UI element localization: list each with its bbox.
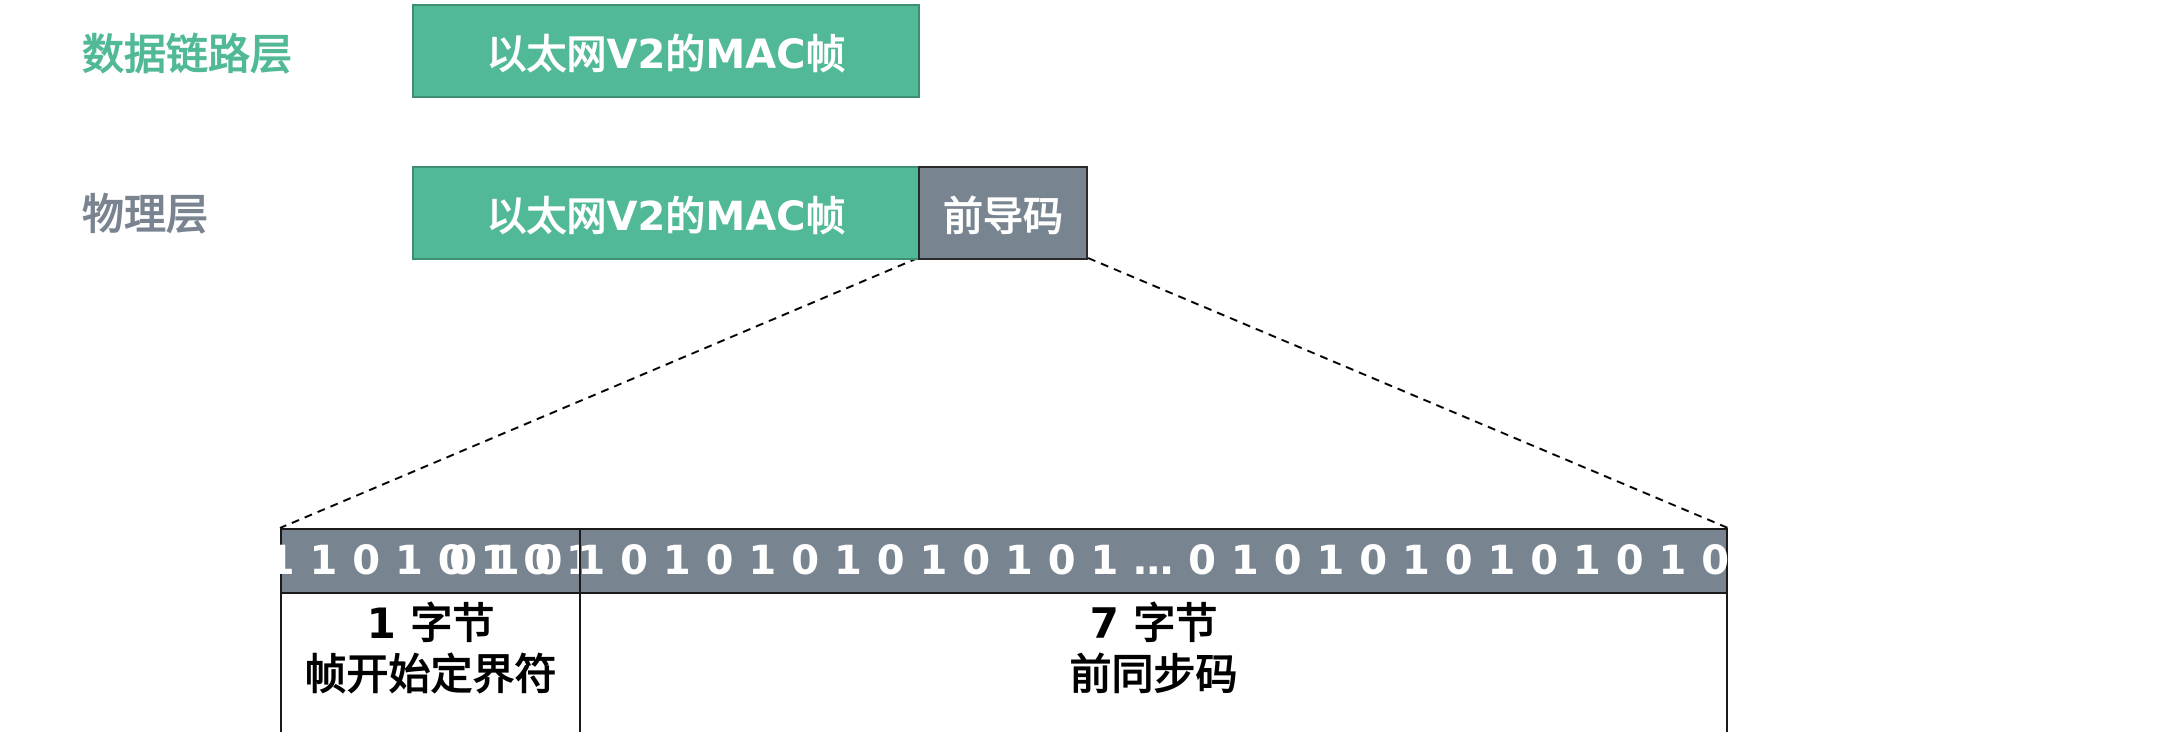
- sfd-size: 1 字节: [366, 599, 495, 648]
- preamble-box: 前导码: [918, 166, 1088, 260]
- preamble-box-label: 前导码: [943, 194, 1063, 240]
- sync-bits-cell: 0 1 0 1 0 1 0 1 0 1 0 1 0 1 0 1 … 0 1 0 …: [449, 528, 1857, 594]
- sync-description-cell: 7 字节 前同步码: [579, 592, 1728, 732]
- zoom-guide-left: [279, 257, 919, 529]
- sfd-description-cell: 1 字节 帧开始定界符: [280, 592, 581, 732]
- sync-size: 7 字节: [1089, 599, 1218, 648]
- physical-mac-frame-label: 以太网V2的MAC帧: [486, 194, 846, 240]
- zoom-guide-right: [1087, 257, 1729, 529]
- datalink-mac-frame: 以太网V2的MAC帧: [412, 4, 920, 98]
- physical-layer-label: 物理层: [82, 190, 209, 239]
- sfd-name: 帧开始定界符: [304, 650, 557, 700]
- datalink-mac-frame-label: 以太网V2的MAC帧: [486, 32, 846, 78]
- sync-bits: 0 1 0 1 0 1 0 1 0 1 0 1 0 1 0 1 … 0 1 0 …: [449, 538, 1858, 584]
- datalink-layer-label: 数据链路层: [82, 30, 293, 79]
- preamble-diagram: 数据链路层 以太网V2的MAC帧 物理层 以太网V2的MAC帧 前导码 1 1 …: [0, 0, 2178, 732]
- physical-mac-frame: 以太网V2的MAC帧: [412, 166, 920, 260]
- sync-name: 前同步码: [1069, 650, 1238, 700]
